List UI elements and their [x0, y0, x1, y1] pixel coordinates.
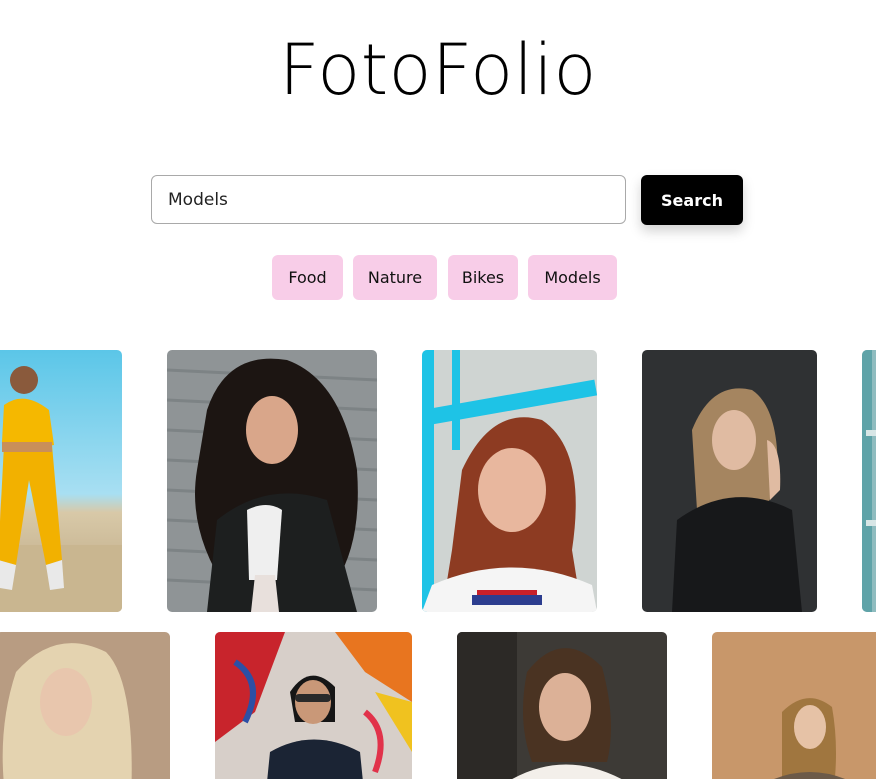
photo-image: [422, 350, 597, 612]
photo-model-yellow-tracksuit[interactable]: [0, 350, 122, 612]
photo-image: [457, 632, 667, 779]
search-input[interactable]: [151, 175, 626, 224]
photo-model-warm-backdrop[interactable]: [712, 632, 876, 779]
category-chip-bikes[interactable]: Bikes: [448, 255, 518, 300]
photo-image: [167, 350, 377, 612]
photo-model-blonde[interactable]: [0, 632, 170, 779]
photo-image: [0, 632, 170, 779]
category-chip-models[interactable]: Models: [528, 255, 617, 300]
photo-model-white-sweater[interactable]: [457, 632, 667, 779]
site-title: FotoFolio: [279, 29, 597, 111]
photo-image: [712, 632, 876, 779]
photo-model-partial-edge[interactable]: [862, 350, 876, 612]
search-button[interactable]: Search: [641, 175, 743, 225]
photo-model-dark-studio[interactable]: [642, 350, 817, 612]
photo-model-red-hair[interactable]: [422, 350, 597, 612]
photo-model-sunglasses-graffiti[interactable]: [215, 632, 412, 779]
photo-image: [862, 350, 876, 612]
photo-image: [0, 350, 122, 612]
page: FotoFolio Search Food Nature Bikes Model…: [0, 0, 876, 779]
photo-image: [215, 632, 412, 779]
category-chip-nature[interactable]: Nature: [353, 255, 437, 300]
photo-image: [642, 350, 817, 612]
category-chip-food[interactable]: Food: [272, 255, 343, 300]
photo-model-curly-hair[interactable]: [167, 350, 377, 612]
